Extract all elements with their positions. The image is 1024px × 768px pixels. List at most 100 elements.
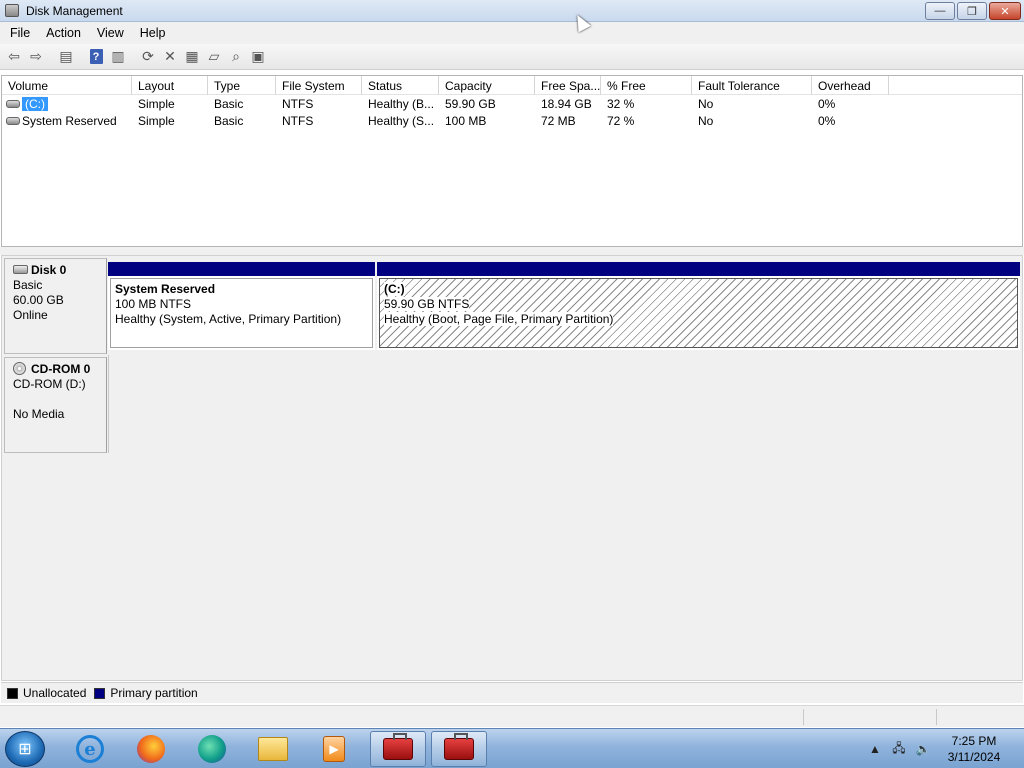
close-button[interactable]: ✕ xyxy=(989,2,1021,20)
menu-bar: File Action View Help xyxy=(0,22,1024,44)
toolbox-icon xyxy=(383,733,413,760)
partition-system-reserved[interactable]: System Reserved 100 MB NTFS Healthy (Sys… xyxy=(108,262,375,350)
volume-percent-free: 32 % xyxy=(607,97,635,111)
properties-icon[interactable]: ▦ xyxy=(181,46,203,68)
partition-status: Healthy (Boot, Page File, Primary Partit… xyxy=(384,312,614,326)
partition-body-selected: (C:) 59.90 GB NTFS Healthy (Boot, Page F… xyxy=(379,278,1018,348)
taskbar-media-player[interactable]: ▶ xyxy=(306,731,362,767)
taskbar-file-explorer[interactable] xyxy=(245,731,301,767)
cdrom-0-label[interactable]: CD-ROM 0 CD-ROM (D:) No Media xyxy=(4,357,107,453)
hard-disk-icon xyxy=(13,265,28,274)
volume-file-system: NTFS xyxy=(282,114,314,128)
refresh-icon[interactable]: ⟳ xyxy=(137,46,159,68)
console-tree-icon[interactable]: ▤ xyxy=(55,46,77,68)
legend-label: Unallocated xyxy=(23,686,87,700)
partition-c-drive[interactable]: (C:) 59.90 GB NTFS Healthy (Boot, Page F… xyxy=(377,262,1020,350)
partition-status: Healthy (System, Active, Primary Partiti… xyxy=(115,312,342,326)
volume-capacity: 100 MB xyxy=(445,114,487,128)
volume-free-space: 72 MB xyxy=(541,114,576,128)
toolbar: ⇦ ⇨ ▤ ? ▥ ⟳ ✕ ▦ ▱ ⌕ ▣ xyxy=(0,44,1024,70)
show-hidden-icons-icon[interactable]: ▲ xyxy=(866,742,884,756)
partition-bar xyxy=(377,262,1020,276)
disk-0-partitions: System Reserved 100 MB NTFS Healthy (Sys… xyxy=(108,262,1022,350)
taskbar-computer-management[interactable] xyxy=(370,731,426,767)
action-pane-icon[interactable]: ▥ xyxy=(107,46,129,68)
col-overhead[interactable]: Overhead xyxy=(812,76,889,95)
menu-file[interactable]: File xyxy=(0,26,38,40)
status-divider xyxy=(803,709,804,725)
col-type[interactable]: Type xyxy=(208,76,276,95)
col-free-space[interactable]: Free Spa... xyxy=(535,76,601,95)
toolbar-separator xyxy=(129,46,137,68)
disk-size: 60.00 GB xyxy=(13,293,64,307)
taskbar-edge[interactable] xyxy=(184,731,240,767)
disk-name: CD-ROM 0 xyxy=(31,362,91,376)
pane-splitter[interactable] xyxy=(0,247,1024,255)
volume-name: System Reserved xyxy=(22,114,117,128)
menu-help[interactable]: Help xyxy=(132,26,174,40)
legend: Unallocated Primary partition xyxy=(1,682,1023,703)
volume-status: Healthy (S... xyxy=(368,114,435,128)
system-tray: ▲ 🖧 🔈 xyxy=(866,739,938,759)
volume-layout: Simple xyxy=(138,114,175,128)
back-icon[interactable]: ⇦ xyxy=(3,46,25,68)
volume-fault-tolerance: No xyxy=(698,97,714,111)
clock[interactable]: 7:25 PM 3/11/2024 xyxy=(938,733,1010,765)
volume-muted-icon[interactable]: 🔈 xyxy=(914,742,932,756)
col-status[interactable]: Status xyxy=(362,76,439,95)
menu-action[interactable]: Action xyxy=(38,26,89,40)
partition-size: 59.90 GB NTFS xyxy=(384,297,470,311)
delete-icon[interactable]: ✕ xyxy=(159,46,181,68)
edge-icon xyxy=(198,735,226,763)
disk-0-label[interactable]: Disk 0 Basic 60.00 GB Online xyxy=(4,258,107,354)
restore-button[interactable]: ❐ xyxy=(957,2,987,20)
legend-item-unallocated: Unallocated xyxy=(7,686,86,700)
help-icon[interactable]: ? xyxy=(85,46,107,68)
cdrom-media: No Media xyxy=(13,407,65,421)
cd-drive-icon xyxy=(13,362,26,375)
col-volume[interactable]: Volume xyxy=(2,76,132,95)
volume-name: (C:) xyxy=(22,97,48,111)
disk-name: Disk 0 xyxy=(31,263,67,277)
col-fault-tolerance[interactable]: Fault Tolerance xyxy=(692,76,812,95)
cdrom-0-area xyxy=(108,355,1022,453)
menu-view[interactable]: View xyxy=(89,26,132,40)
taskbar: ⊞ e ▶ ▲ 🖧 🔈 7:25 PM 3/11/2024 xyxy=(0,728,1024,768)
volume-list: Volume Layout Type File System Status Ca… xyxy=(1,75,1023,247)
internet-explorer-icon: e xyxy=(76,735,104,763)
partition-body: System Reserved 100 MB NTFS Healthy (Sys… xyxy=(110,278,373,348)
window-title: Disk Management xyxy=(26,4,123,18)
open-icon[interactable]: ▱ xyxy=(203,46,225,68)
rescan-disks-icon[interactable]: ▣ xyxy=(247,46,269,68)
file-explorer-icon xyxy=(258,737,288,761)
legend-swatch-unallocated xyxy=(7,687,18,699)
disk-type: Basic xyxy=(13,278,43,292)
minimize-button[interactable]: — xyxy=(925,2,955,20)
volume-overhead: 0% xyxy=(818,97,836,111)
table-row[interactable]: System Reserved Simple Basic NTFS Health… xyxy=(2,113,1022,130)
col-percent-free[interactable]: % Free xyxy=(601,76,692,95)
volume-overhead: 0% xyxy=(818,114,836,128)
cdrom-drive: CD-ROM (D:) xyxy=(13,377,86,391)
table-row[interactable]: (C:) Simple Basic NTFS Healthy (B... 59.… xyxy=(2,96,1022,113)
taskbar-internet-explorer[interactable]: e xyxy=(62,731,118,767)
volume-icon xyxy=(6,117,20,125)
start-button[interactable]: ⊞ xyxy=(5,731,45,767)
taskbar-firefox[interactable] xyxy=(123,731,179,767)
toolbar-separator xyxy=(77,46,85,68)
forward-icon[interactable]: ⇨ xyxy=(25,46,47,68)
volume-free-space: 18.94 GB xyxy=(541,97,592,111)
partition-title: System Reserved xyxy=(115,282,216,296)
search-icon[interactable]: ⌕ xyxy=(225,46,247,68)
volume-layout: Simple xyxy=(138,97,175,111)
disk-map: Disk 0 Basic 60.00 GB Online System Rese… xyxy=(1,255,1023,681)
volume-file-system: NTFS xyxy=(282,97,314,111)
volume-icon xyxy=(6,100,20,108)
col-file-system[interactable]: File System xyxy=(276,76,362,95)
col-capacity[interactable]: Capacity xyxy=(439,76,535,95)
col-layout[interactable]: Layout xyxy=(132,76,208,95)
network-icon[interactable]: 🖧 xyxy=(890,739,908,760)
partition-size: 100 MB NTFS xyxy=(115,297,192,311)
taskbar-disk-management[interactable] xyxy=(431,731,487,767)
